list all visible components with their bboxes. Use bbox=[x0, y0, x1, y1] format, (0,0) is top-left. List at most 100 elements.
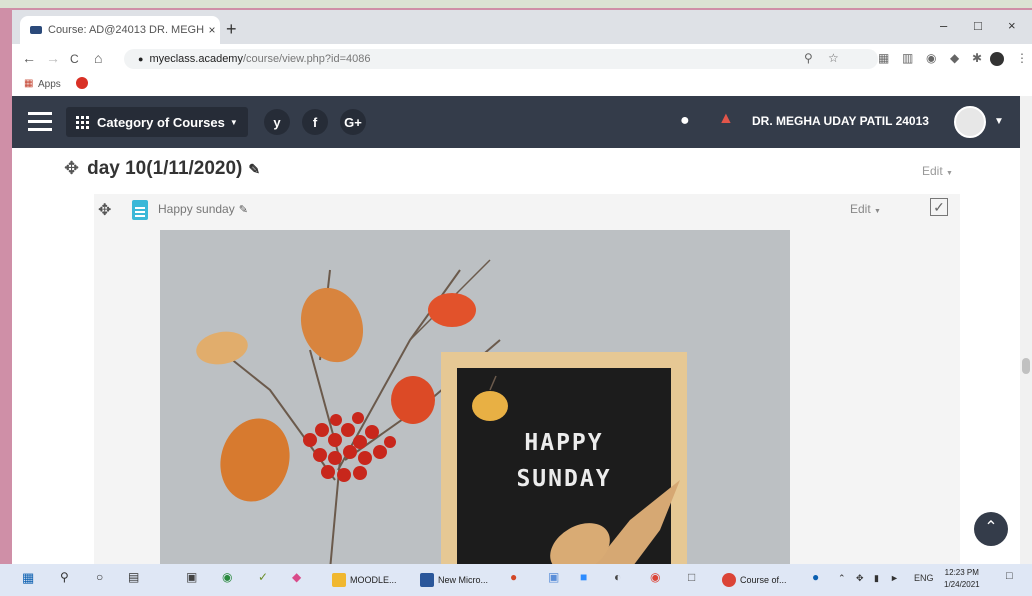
extension-icon[interactable]: ▦ bbox=[878, 51, 889, 65]
menu-dots-icon[interactable]: ⋮ bbox=[1016, 51, 1028, 65]
maximize-button[interactable]: □ bbox=[974, 18, 982, 33]
home-button[interactable]: ⌂ bbox=[94, 50, 102, 66]
facebook-icon[interactable]: f bbox=[302, 109, 328, 135]
user-menu-caret-icon[interactable]: ▼ bbox=[994, 116, 1004, 127]
language-indicator[interactable]: ENG bbox=[914, 573, 934, 583]
address-bar-row: ← → C ⌂ ● myeclass.academy/course/view.ph… bbox=[12, 44, 1032, 75]
bookmark-favicon-icon[interactable] bbox=[76, 77, 88, 89]
search-icon[interactable]: ⚲ bbox=[60, 570, 69, 584]
section-edit-label: Edit bbox=[922, 164, 943, 178]
cortana-icon[interactable]: ○ bbox=[96, 570, 103, 584]
puzzle-icon[interactable]: ✱ bbox=[972, 51, 982, 65]
section-heading: ✥ day 10(1/11/2020) ✎ bbox=[64, 158, 260, 180]
page-scrollbar[interactable] bbox=[1020, 96, 1032, 570]
scroll-to-top-button[interactable]: ⌃ bbox=[974, 512, 1008, 546]
star-icon[interactable]: ☆ bbox=[828, 51, 839, 65]
minimize-button[interactable]: – bbox=[940, 18, 947, 33]
section-title: day 10(1/11/2020) bbox=[87, 158, 243, 179]
speaker-icon[interactable]: ► bbox=[890, 573, 899, 583]
app-icon[interactable]: ◉ bbox=[222, 570, 232, 584]
activity-edit-menu[interactable]: Edit ▼ bbox=[850, 202, 881, 216]
moodle-navbar: Category of Courses ▼ y f G+ ● ▲ DR. MEG… bbox=[12, 96, 1020, 148]
taskbar-chrome-course[interactable]: Course of... bbox=[722, 568, 787, 592]
new-tab-button[interactable]: + bbox=[226, 19, 237, 40]
clock[interactable]: 12:23 PM 1/24/2021 bbox=[944, 567, 980, 591]
chrome-icon[interactable]: ◉ bbox=[650, 570, 660, 584]
google-plus-icon[interactable]: G+ bbox=[340, 109, 366, 135]
activity-title-text: Happy sunday bbox=[158, 202, 235, 216]
tray-chevron-icon[interactable]: ⌃ bbox=[838, 573, 846, 584]
scrollbar-thumb[interactable] bbox=[1022, 358, 1030, 374]
move-icon[interactable]: ✥ bbox=[64, 158, 79, 178]
app-icon[interactable]: ▣ bbox=[548, 570, 559, 584]
back-button[interactable]: ← bbox=[22, 50, 36, 66]
word-icon bbox=[420, 573, 434, 587]
pencil-icon[interactable]: ✎ bbox=[248, 161, 260, 177]
caret-down-icon: ▼ bbox=[874, 208, 881, 215]
activity-title[interactable]: Happy sunday ✎ bbox=[158, 202, 248, 216]
activity-edit-label: Edit bbox=[850, 202, 871, 216]
app-icon[interactable]: ✓ bbox=[258, 570, 268, 584]
tab-course[interactable]: Course: AD@24013 DR. MEGHA × bbox=[20, 16, 220, 44]
message-bubble-icon[interactable]: ● bbox=[680, 112, 690, 130]
notification-bell-icon[interactable]: ▲ bbox=[718, 110, 734, 128]
store-icon[interactable]: ▣ bbox=[186, 570, 197, 584]
tab-bar: Course: AD@24013 DR. MEGHA × + – □ × bbox=[12, 10, 1032, 44]
move-icon[interactable]: ✥ bbox=[98, 200, 111, 220]
folder-icon bbox=[332, 573, 346, 587]
avatar[interactable] bbox=[954, 106, 986, 138]
bookmarks-bar: ▦ Apps bbox=[12, 74, 1032, 96]
tab-close-icon[interactable]: × bbox=[204, 23, 220, 37]
section-edit-menu[interactable]: Edit ▼ bbox=[922, 164, 953, 178]
help-icon[interactable]: ● bbox=[812, 570, 819, 584]
apps-grid-icon[interactable]: ▦ bbox=[24, 78, 33, 89]
chrome-icon bbox=[722, 573, 736, 587]
clock-time: 12:23 PM bbox=[944, 568, 979, 577]
profile-icon[interactable] bbox=[990, 52, 1004, 66]
autumn-photo-svg: HAPPY SUNDAY bbox=[160, 230, 790, 570]
notepad-icon[interactable]: □ bbox=[688, 570, 695, 584]
notification-center-icon[interactable]: □ bbox=[1006, 570, 1013, 582]
powerpoint-icon[interactable]: ● bbox=[510, 570, 517, 584]
zoom-icon[interactable]: ⚲ bbox=[804, 51, 813, 65]
forward-button[interactable]: → bbox=[46, 50, 60, 66]
board-text-sunday: SUNDAY bbox=[516, 466, 611, 492]
category-of-courses-button[interactable]: Category of Courses ▼ bbox=[66, 107, 248, 137]
extension-icon[interactable]: ▥ bbox=[902, 51, 913, 65]
happy-sunday-image: HAPPY SUNDAY bbox=[160, 230, 790, 570]
task-view-icon[interactable]: ▤ bbox=[128, 570, 139, 584]
task-label: Course of... bbox=[740, 575, 787, 585]
twitter-icon[interactable]: y bbox=[264, 109, 290, 135]
page-document-icon bbox=[132, 200, 148, 220]
windows-taskbar: ▦ ⚲ ○ ▤ ▣ ◉ ✓ ◆ MOODLE... New Micro... ●… bbox=[0, 564, 1032, 596]
category-label: Category of Courses bbox=[97, 114, 225, 130]
tab-title: Course: AD@24013 DR. MEGHA bbox=[48, 24, 204, 36]
completion-checkbox[interactable]: ✓ bbox=[930, 198, 948, 216]
reload-button[interactable]: C bbox=[70, 52, 79, 66]
caret-down-icon: ▼ bbox=[229, 117, 238, 127]
grid-icon bbox=[76, 115, 89, 129]
url-field[interactable]: ● myeclass.academy/course/view.php?id=408… bbox=[124, 49, 878, 69]
hamburger-menu-icon[interactable] bbox=[28, 112, 52, 136]
user-name[interactable]: DR. MEGHA UDAY PATIL 24013 bbox=[752, 114, 929, 128]
task-label: New Micro... bbox=[438, 575, 489, 585]
close-window-button[interactable]: × bbox=[1008, 18, 1016, 33]
app-icon[interactable]: ◐ bbox=[614, 570, 621, 584]
app-icon[interactable]: ◆ bbox=[292, 570, 301, 584]
course-content: ✥ day 10(1/11/2020) ✎ Edit ▼ ✥ Happy sunda… bbox=[42, 148, 1002, 570]
activity-item: ✥ Happy sunday ✎ Edit ▼ ✓ HAPPY SUNDAY bbox=[94, 194, 960, 570]
extension-icon[interactable]: ◉ bbox=[926, 51, 936, 65]
windows-start-icon[interactable]: ▦ bbox=[22, 570, 34, 586]
taskbar-moodle[interactable]: MOODLE... bbox=[332, 568, 397, 592]
extension-icon[interactable]: ◆ bbox=[950, 51, 959, 65]
pencil-icon[interactable]: ✎ bbox=[239, 204, 248, 216]
taskbar-word[interactable]: New Micro... bbox=[420, 568, 488, 592]
apps-bookmark[interactable]: Apps bbox=[38, 79, 61, 90]
network-icon[interactable]: ✥ bbox=[856, 573, 864, 584]
url-path: /course/view.php?id=4086 bbox=[242, 53, 371, 65]
battery-icon[interactable]: ▮ bbox=[874, 573, 879, 584]
site-favicon-icon bbox=[30, 26, 42, 34]
url-domain: myeclass.academy bbox=[149, 53, 243, 65]
zoom-app-icon[interactable]: ■ bbox=[580, 570, 587, 584]
task-label: MOODLE... bbox=[350, 575, 397, 585]
